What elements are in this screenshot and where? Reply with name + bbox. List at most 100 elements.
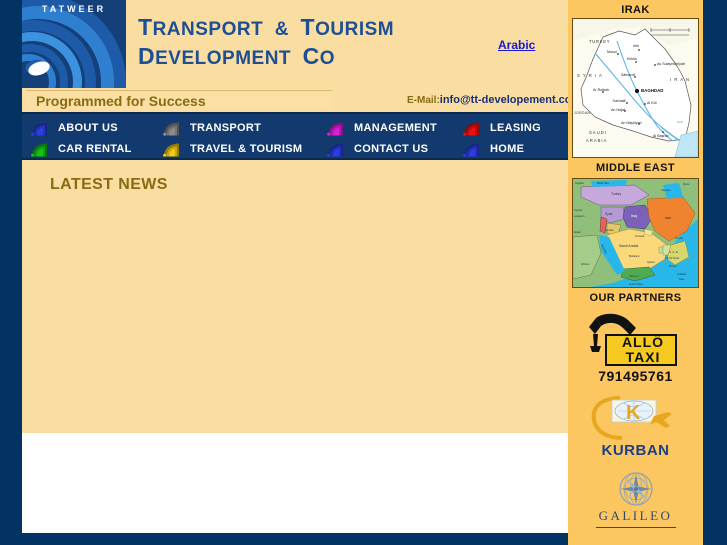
partner-galileo[interactable]: GALILEO (568, 470, 703, 532)
swoosh-icon (163, 143, 179, 157)
me-label-africa: Africa (581, 262, 589, 266)
iraq-label-jordan: JORDAN (574, 111, 590, 115)
iraq-label-gulf: Gulf (677, 120, 683, 124)
nav-item-label: LEASING (490, 122, 541, 134)
iraq-label-mosul: Mosul (607, 50, 617, 54)
company-name-line1: TRANSPORT & TOURISM (138, 14, 395, 40)
iraq-label-saudi1: SAUDI (589, 130, 607, 135)
iraq-map-svg: TURKEY S Y R I A I R A N JORDAN SAUDI AR… (573, 19, 698, 157)
me-label-uae: U. A. E. (669, 250, 679, 254)
main-navigation: ABOUT US TRANSPORT MANAGEMENT LEASING CAR RE… (22, 112, 568, 160)
arabic-language-link[interactable]: Arabic (498, 38, 535, 52)
me-label-iran: Iran (665, 216, 671, 220)
me-label-oman: Oman (675, 236, 684, 240)
me-label-saudi: Saudi Arabia (619, 244, 638, 248)
me-label-turkey: Turkey (611, 192, 622, 196)
iraq-label-nasiriyah: An Nāşirīyah (621, 121, 642, 125)
our-partners-heading: OUR PARTNERS (589, 292, 682, 304)
me-label-gulfofoman: Gulf of Oman (665, 257, 680, 260)
nav-item-car-rental[interactable]: CAR RENTAL (30, 140, 132, 158)
tagline-bar: Programmed for Success (26, 90, 332, 110)
swoosh-icon (163, 122, 179, 136)
nav-item-travel-tourism[interactable]: TRAVEL & TOURISM (162, 140, 302, 158)
nav-item-management[interactable]: MANAGEMENT (326, 119, 437, 137)
nav-item-contact-us[interactable]: CONTACT US (326, 140, 428, 158)
iraq-heading: IRAK (621, 4, 650, 16)
svg-text:K: K (626, 402, 641, 424)
swoosh-icon (31, 143, 47, 157)
compass-rose-icon (619, 472, 653, 506)
allo-taxi-line2: TAXI (625, 349, 661, 365)
me-label-lebanon: Lebanon (574, 214, 585, 218)
me-label-cyprus: Cyprus (574, 208, 583, 212)
me-label-bahrain: Bahrain (629, 254, 640, 258)
iraq-label-saudi2: ARABIA (586, 138, 607, 143)
page-root: TATWEER TRANSPORT & TOURISM DEVELOPMENT … (0, 0, 727, 545)
nav-item-label: TRANSPORT (190, 122, 262, 134)
kurban-label: KURBAN (601, 442, 670, 459)
middle-east-map-svg: Turkey Syria Iraq Iran Jordan Israel Cyp… (573, 179, 698, 287)
allo-taxi-line1: ALLÔ (621, 334, 665, 350)
nav-item-about-us[interactable]: ABOUT US (30, 119, 118, 137)
nav-item-label: ABOUT US (58, 122, 118, 134)
allo-taxi-phone: 791495761 (598, 368, 673, 384)
me-label-gulfofaden: Gulf of Aden (629, 283, 643, 286)
middle-east-heading: MIDDLE EAST (596, 162, 675, 174)
iraq-label-baghdad: BAGHDAD (641, 88, 663, 93)
iraq-label-alkut: Al Kūt (647, 101, 657, 105)
me-label-israel: Israel (574, 230, 581, 234)
company-name-line2: DEVELOPMENT CO (138, 43, 335, 69)
email-line: E-Mail:info@tt-developement.com (407, 94, 581, 106)
site-header: TATWEER TRANSPORT & TOURISM DEVELOPMENT … (22, 0, 581, 112)
iraq-label-syria: S Y R I A (577, 73, 603, 78)
swoosh-icon (327, 122, 343, 136)
me-label-arabiansea2: Sea (679, 277, 684, 281)
email-label: E-Mail: (407, 95, 440, 106)
me-label-oman2: Oman (669, 264, 677, 268)
email-address[interactable]: info@tt-developement.com (440, 94, 582, 106)
swoosh-icon (31, 122, 47, 136)
nav-item-label: MANAGEMENT (354, 122, 438, 134)
iraq-label-najaf: An Najaf (611, 108, 625, 112)
tagline-text: Programmed for Success (36, 93, 206, 109)
iraq-label-iran: I R A N (670, 77, 690, 82)
iraq-label-basrah: Al Başrah (653, 134, 669, 138)
me-label-qatar: Qatar (647, 260, 655, 264)
iraq-label-turkey: TURKEY (589, 39, 610, 44)
nav-item-label: HOME (490, 143, 525, 155)
partner-kurban[interactable]: K KURBAN (568, 394, 703, 466)
iraq-label-sulaymaniyah: As Sulaymānīyah (657, 62, 685, 66)
me-label-syria: Syria (605, 212, 612, 216)
swoosh-icon (327, 143, 343, 157)
company-name: TRANSPORT & TOURISM DEVELOPMENT CO (138, 14, 438, 72)
swoosh-icon (463, 143, 479, 157)
me-label-jordan: Jordan (605, 228, 614, 232)
tatweer-logo[interactable]: TATWEER (22, 0, 126, 88)
nav-item-label: CONTACT US (354, 143, 429, 155)
nav-item-transport[interactable]: TRANSPORT (162, 119, 261, 137)
me-label-aegean: Aegean (575, 181, 585, 185)
iraq-label-kirkuk: Kirkūk (627, 57, 637, 61)
main-column: TATWEER TRANSPORT & TOURISM DEVELOPMENT … (22, 0, 581, 533)
iraq-label-rutbah: Ar Rutbah (593, 88, 609, 92)
nav-item-label: TRAVEL & TOURISM (190, 143, 303, 155)
iraq-label-karbala: Karbalā' (613, 99, 626, 103)
logo-wordmark: TATWEER (41, 4, 107, 14)
middle-east-map-image[interactable]: Turkey Syria Iraq Iran Jordan Israel Cyp… (572, 178, 699, 288)
partner-allo-taxi[interactable]: ALLÔ TAXI 791495761 (568, 310, 703, 388)
latest-news-heading: LATEST NEWS (50, 176, 168, 193)
iraq-label-samarra: Sāmarrā' (621, 73, 636, 77)
me-label-blacksea: Black Sea (597, 181, 609, 185)
content-area: LATEST NEWS (22, 160, 568, 433)
me-label-caspian: Caspian (661, 188, 671, 192)
me-label-arabiansea: Arabian (677, 272, 687, 276)
right-sidebar: IRAK TURKEY S Y R I A I R A N JORDAN SAU… (568, 0, 703, 545)
nav-item-label: CAR RENTAL (58, 143, 132, 155)
nav-item-home[interactable]: HOME (462, 140, 524, 158)
me-label-iraq: Iraq (631, 214, 637, 218)
me-label-yemen: Yemen (629, 274, 639, 278)
iraq-map-image[interactable]: TURKEY S Y R I A I R A N JORDAN SAUDI AR… (572, 18, 699, 158)
galileo-underline (596, 527, 676, 528)
nav-item-leasing[interactable]: LEASING (462, 119, 541, 137)
content-blank-area (22, 433, 568, 533)
